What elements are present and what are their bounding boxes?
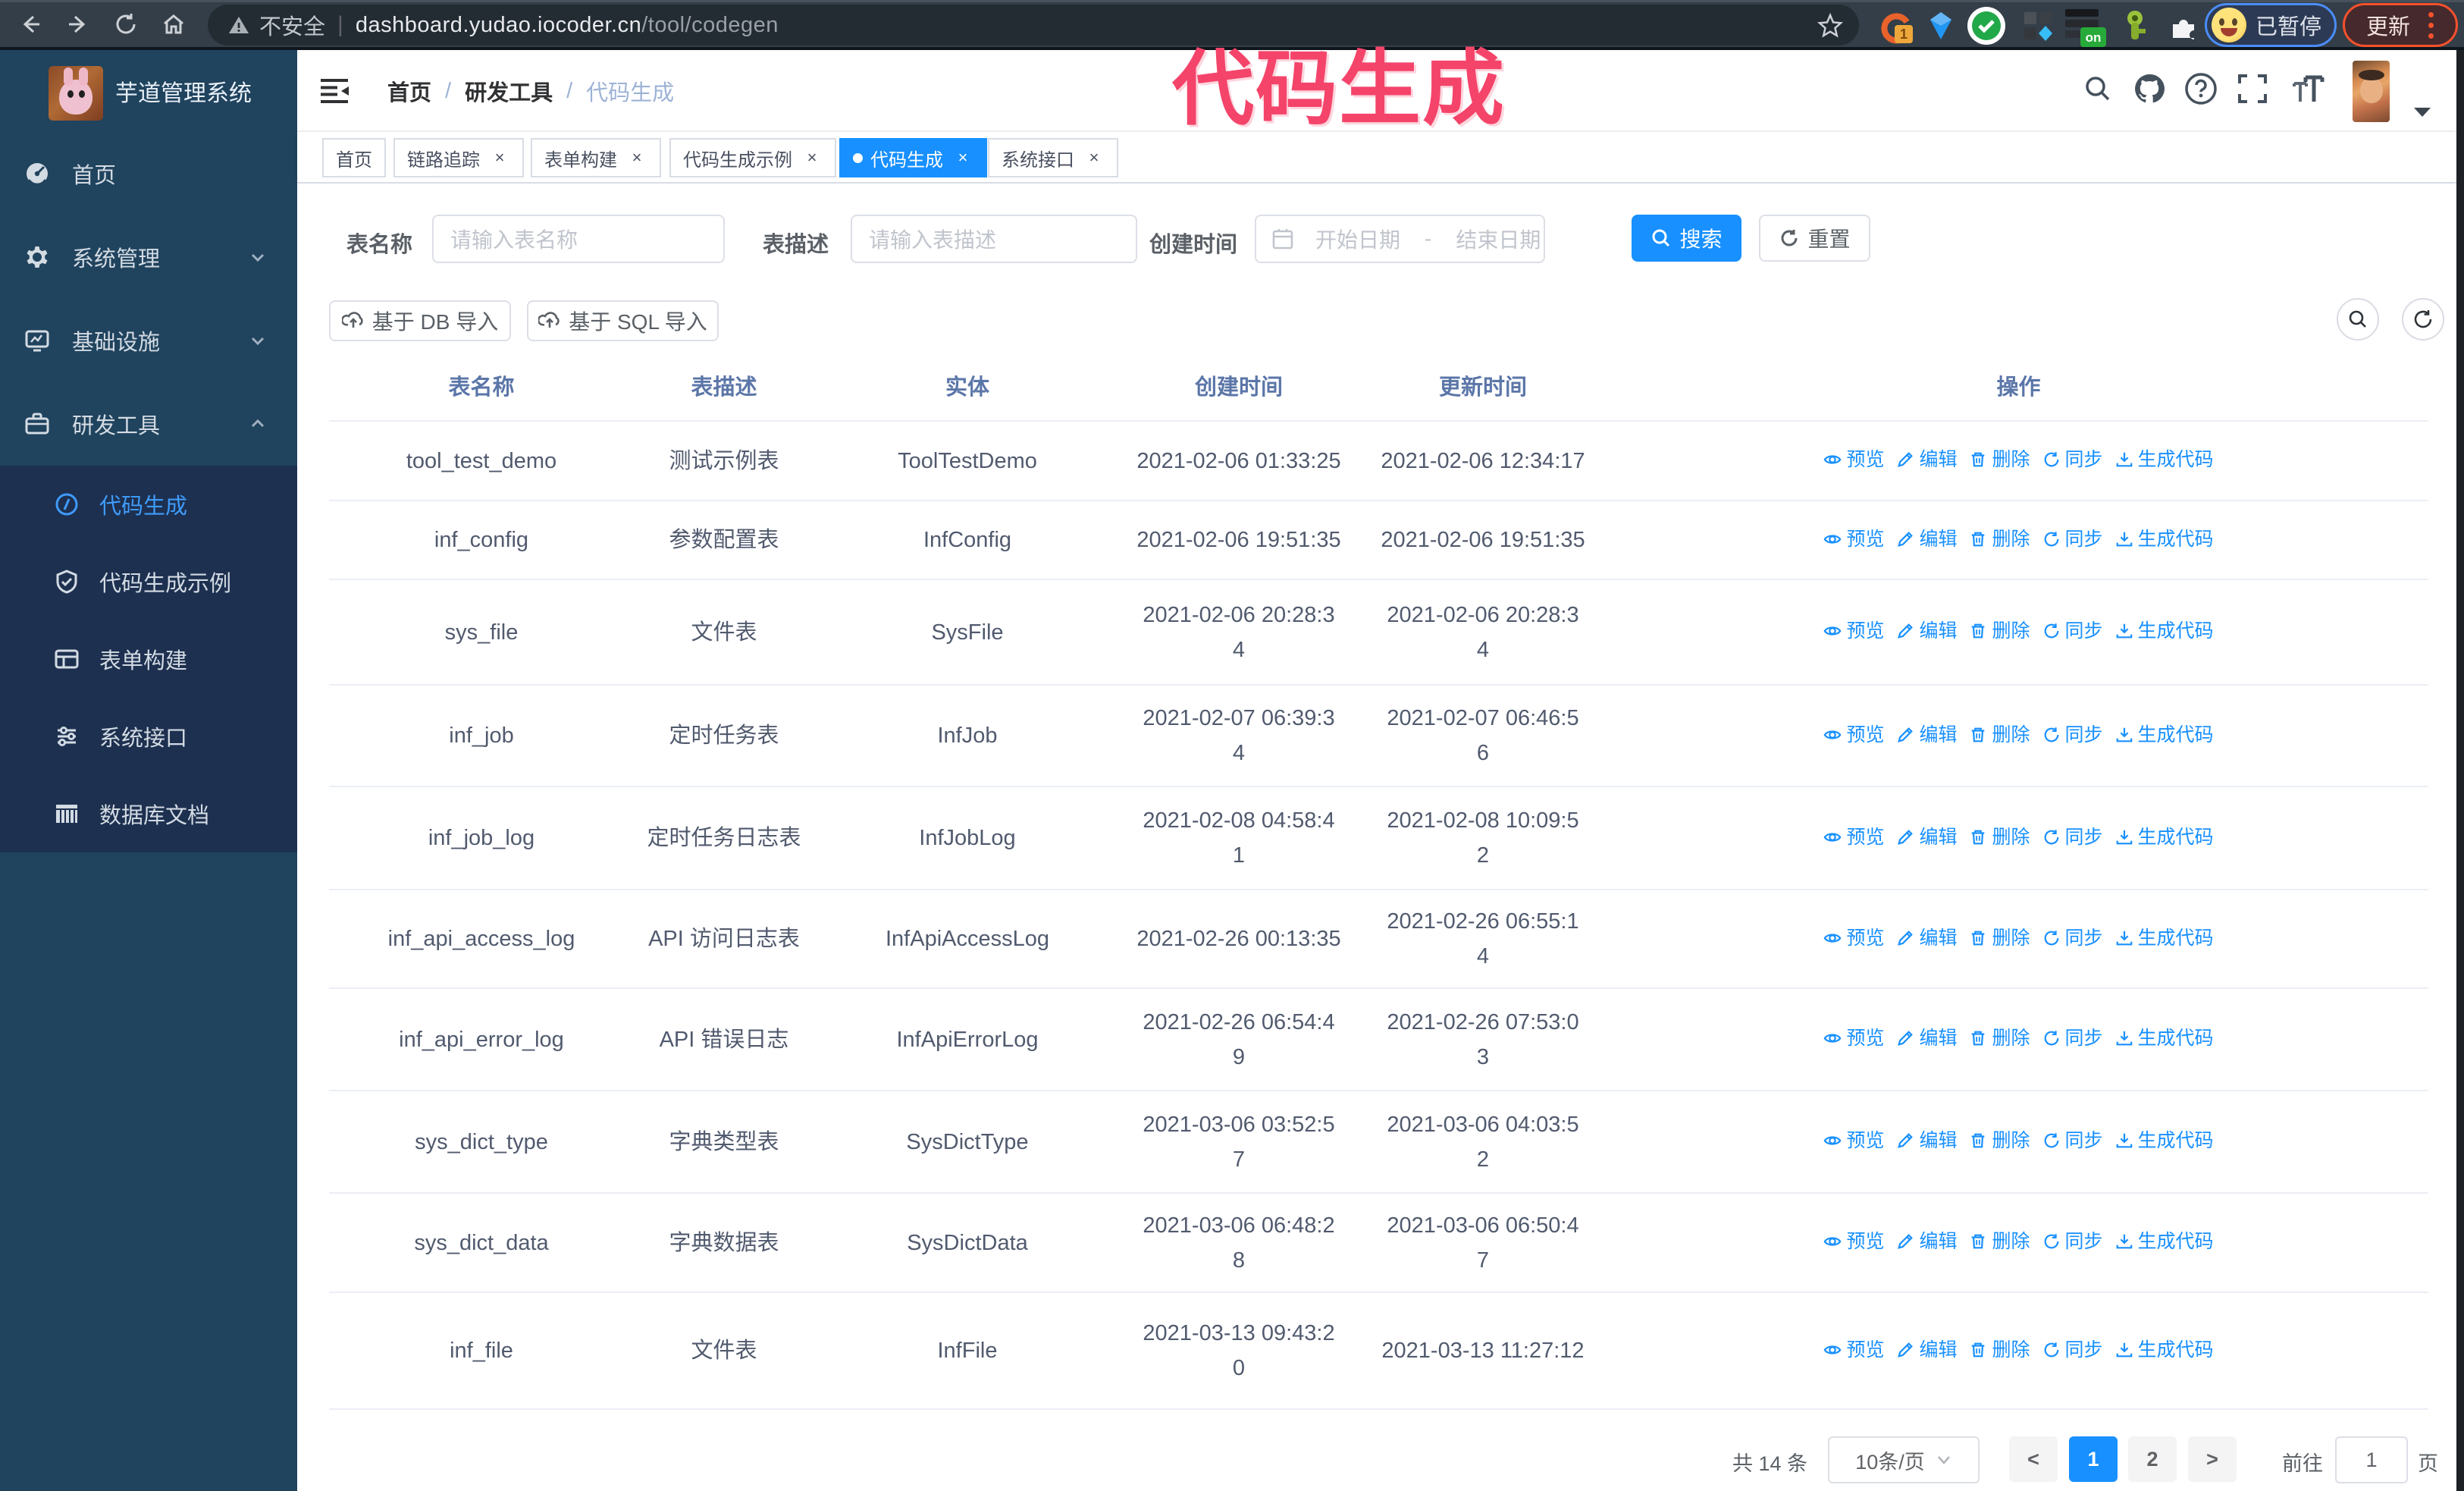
svg-text:on: on	[2086, 30, 2102, 45]
svg-text:1: 1	[1900, 27, 1908, 42]
